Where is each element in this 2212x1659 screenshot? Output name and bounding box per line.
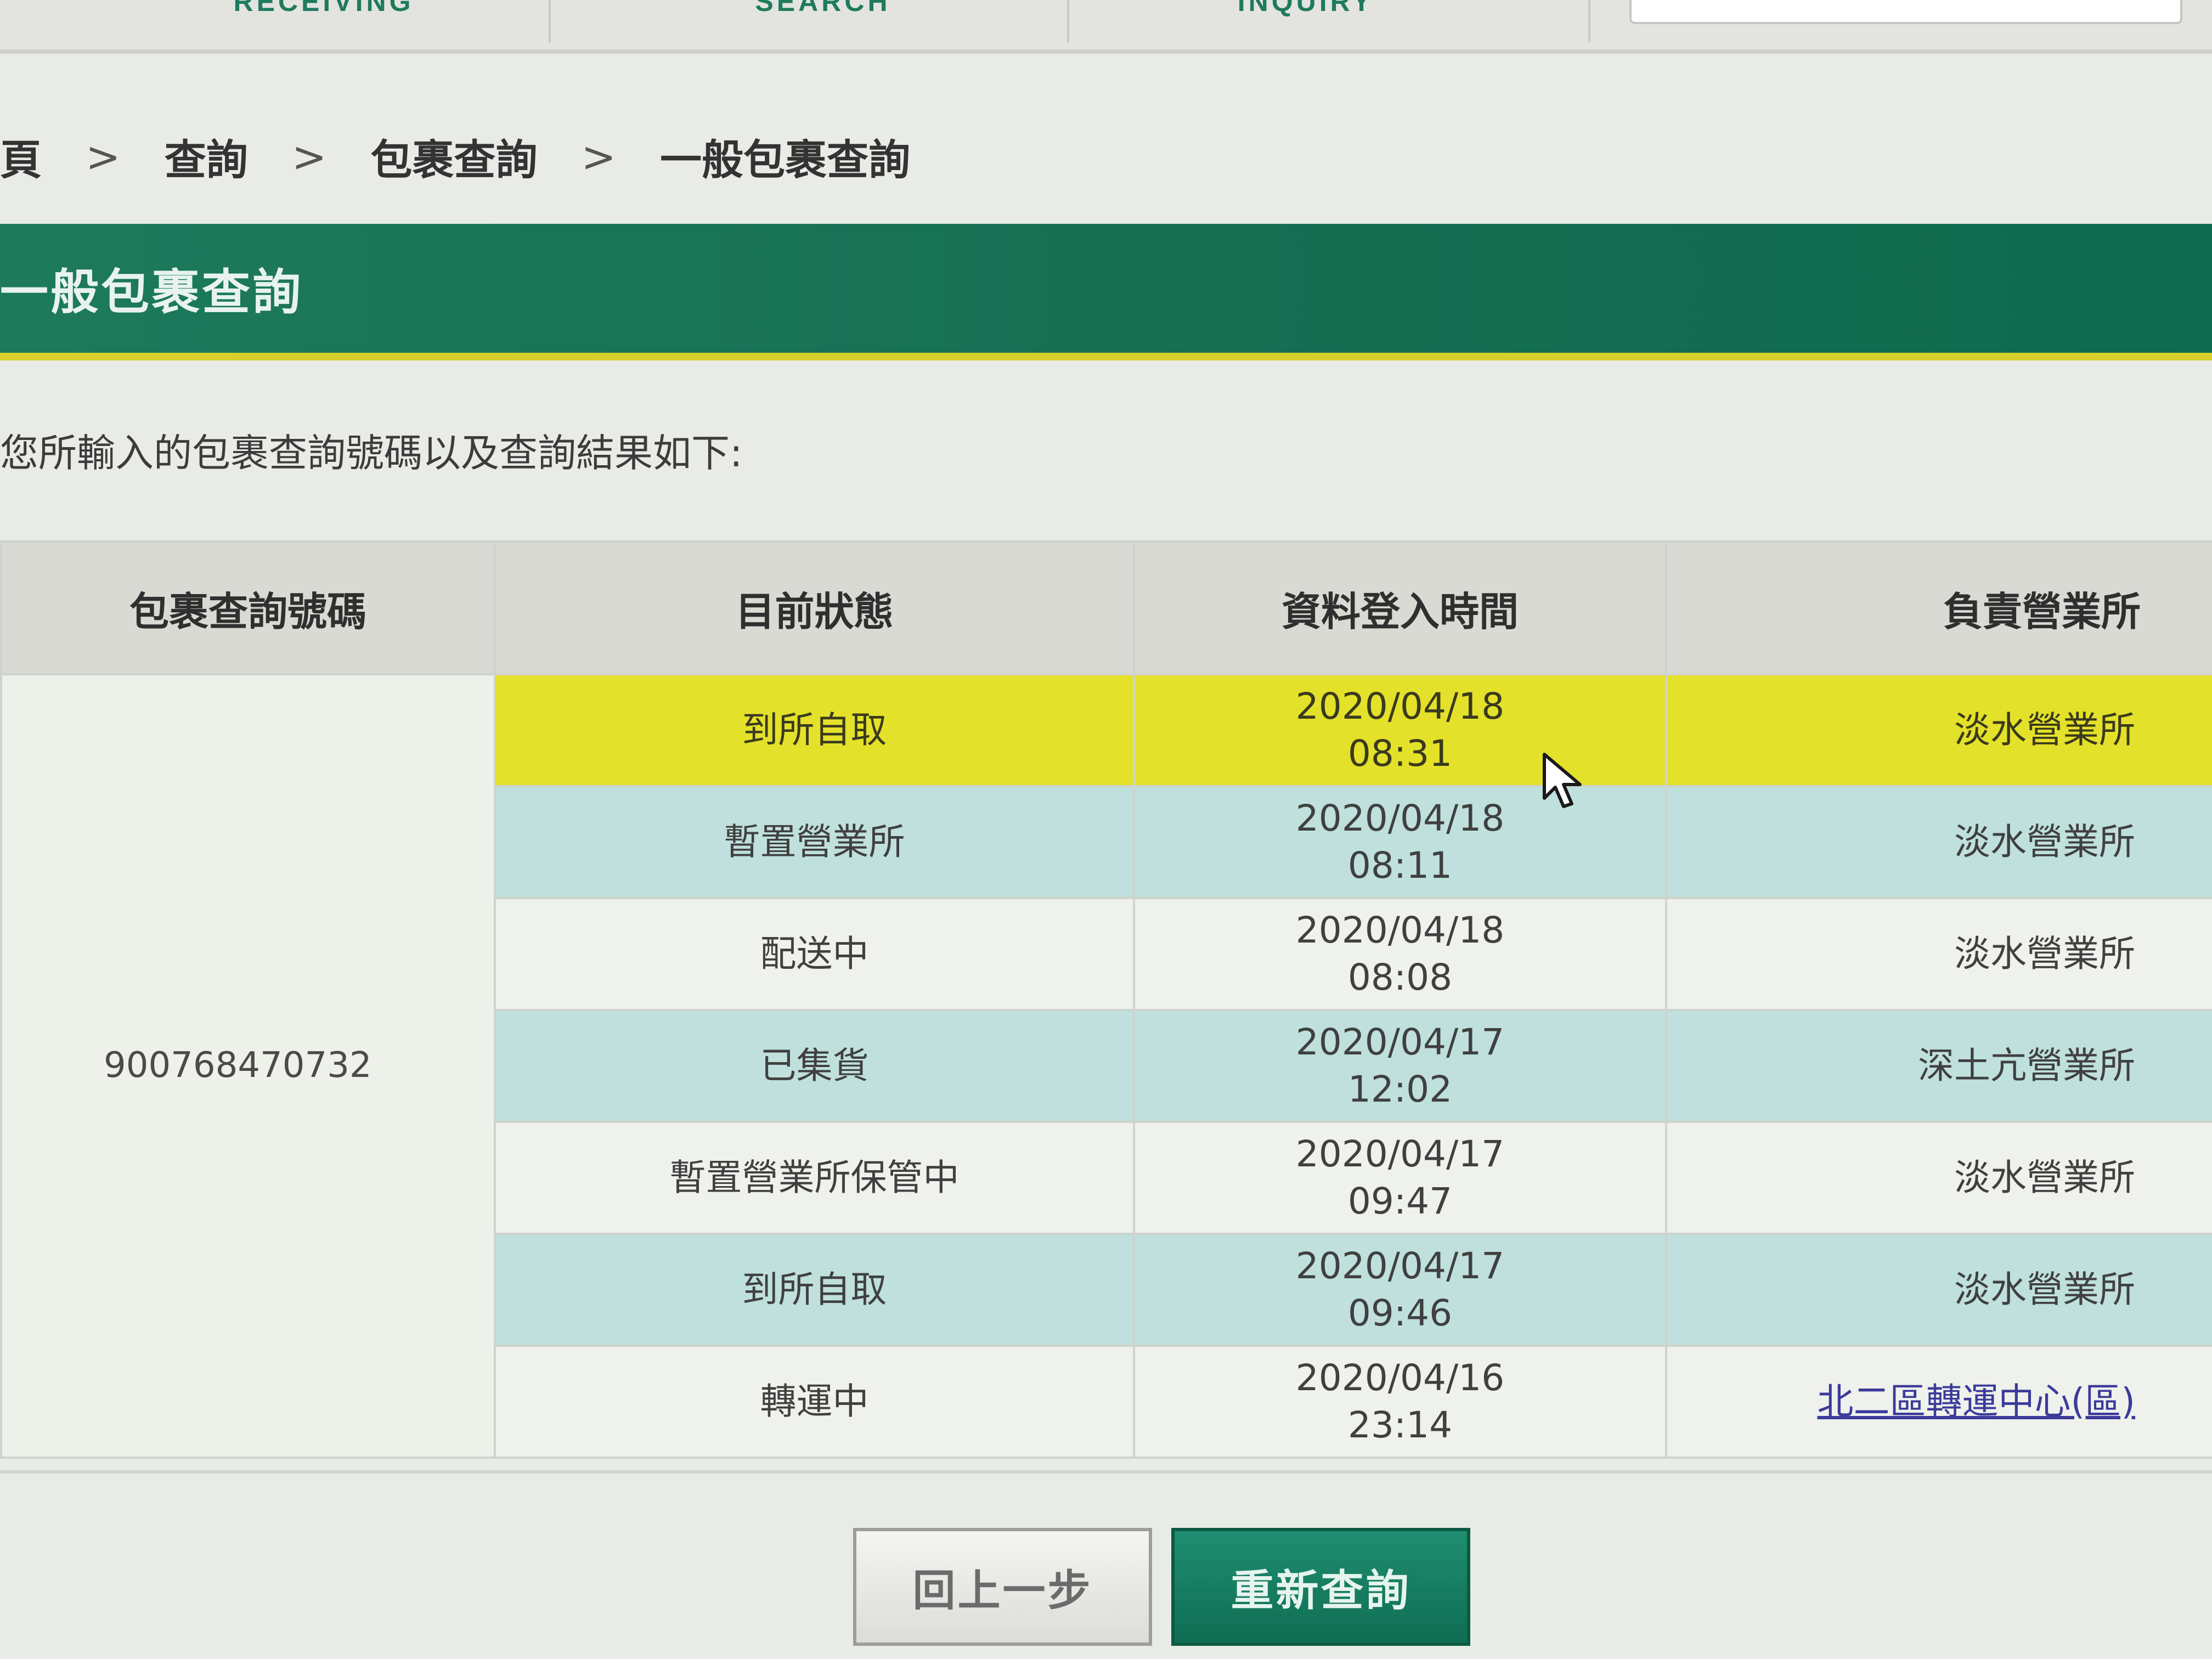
nav-divider	[1067, 0, 1069, 43]
login-time-cell: 2020/04/17 09:47	[1133, 1121, 1667, 1235]
breadcrumb-separator: >	[581, 132, 617, 181]
column-header-office: 負責營業所	[1665, 540, 2212, 675]
status-cell: 到所自取	[494, 1233, 1135, 1347]
status-cell: 暫置營業所	[494, 785, 1135, 899]
divider	[0, 1470, 2212, 1474]
login-time: 12:02	[1347, 1068, 1453, 1110]
nav-divider	[549, 0, 551, 43]
results-table: 包裹查詢號碼 目前狀態 資料登入時間 負責營業所 900768470732 到所…	[0, 540, 2212, 1459]
top-nav: RECEIVING SEARCH INQUIRY	[0, 0, 2212, 54]
login-time: 08:31	[1347, 732, 1453, 775]
table-row: 900768470732 到所自取 2020/04/18 08:31 淡水營業所	[0, 673, 2212, 1459]
login-date: 2020/04/17	[1295, 1133, 1505, 1176]
login-date: 2020/04/18	[1295, 685, 1505, 728]
breadcrumb-parcel-query[interactable]: 包裹查詢	[370, 126, 537, 187]
nav-divider	[1588, 0, 1590, 43]
nav-item-inquiry[interactable]: INQUIRY	[1190, 0, 1421, 37]
office-cell: 淡水營業所	[1665, 1233, 2212, 1347]
breadcrumb-home[interactable]: 頁	[0, 126, 42, 187]
office-cell: 淡水營業所	[1665, 785, 2212, 899]
status-cell: 到所自取	[494, 673, 1135, 787]
office-link[interactable]: 北二區轉運中心(區)	[1818, 1380, 2136, 1423]
login-time: 23:14	[1347, 1404, 1453, 1446]
login-date: 2020/04/17	[1295, 1021, 1505, 1064]
section-header: 一般包裹查詢	[0, 224, 2212, 360]
office-cell: 深土亢營業所	[1665, 1009, 2212, 1123]
login-date: 2020/04/17	[1295, 1245, 1505, 1288]
breadcrumb-separator: >	[86, 132, 121, 181]
page-title: 一般包裹查詢	[0, 264, 303, 320]
office-cell: 淡水營業所	[1665, 897, 2212, 1011]
column-header-tracking-number: 包裹查詢號碼	[0, 540, 496, 675]
status-cell: 已集貨	[494, 1009, 1135, 1123]
tracking-number-cell: 900768470732	[0, 673, 496, 1459]
login-date: 2020/04/18	[1295, 797, 1505, 840]
login-time-cell: 2020/04/17 09:46	[1133, 1233, 1667, 1347]
status-cell: 暫置營業所保管中	[494, 1121, 1135, 1235]
login-time-cell: 2020/04/17 12:02	[1133, 1009, 1667, 1123]
breadcrumb-current: 一般包裹查詢	[660, 136, 911, 184]
office-cell: 北二區轉運中心(區)	[1665, 1345, 2212, 1459]
breadcrumb-query[interactable]: 查詢	[165, 126, 248, 187]
login-time: 09:46	[1347, 1292, 1453, 1334]
login-date: 2020/04/16	[1295, 1357, 1505, 1400]
table-header-row: 包裹查詢號碼 目前狀態 資料登入時間 負責營業所	[0, 540, 2212, 675]
status-cell: 配送中	[494, 897, 1135, 1011]
breadcrumb-separator: >	[291, 132, 327, 181]
page: RECEIVING SEARCH INQUIRY 頁 > 查詢 > 包裹查詢 >…	[0, 0, 2212, 1659]
login-time: 09:47	[1347, 1180, 1453, 1222]
requery-button[interactable]: 重新查詢	[1171, 1528, 1470, 1646]
login-date: 2020/04/18	[1295, 909, 1505, 952]
login-time: 08:11	[1347, 844, 1453, 887]
login-time-cell: 2020/04/18 08:08	[1133, 897, 1667, 1011]
column-header-login-time: 資料登入時間	[1133, 540, 1667, 675]
login-time-cell: 2020/04/16 23:14	[1133, 1345, 1667, 1459]
office-cell: 淡水營業所	[1665, 673, 2212, 787]
login-time: 08:08	[1347, 956, 1453, 998]
breadcrumb: 頁 > 查詢 > 包裹查詢 > 一般包裹查詢	[0, 123, 910, 189]
intro-text: 您所輸入的包裹查詢號碼以及查詢結果如下:	[0, 431, 743, 476]
nav-search-input[interactable]	[1629, 0, 2182, 24]
column-header-status: 目前狀態	[494, 540, 1135, 675]
mouse-cursor-icon	[1543, 753, 1582, 808]
back-button[interactable]: 回上一步	[853, 1528, 1152, 1646]
nav-item-receiving[interactable]: RECEIVING	[208, 0, 439, 37]
nav-item-search[interactable]: SEARCH	[708, 0, 938, 37]
status-cell: 轉運中	[494, 1345, 1135, 1459]
office-cell: 淡水營業所	[1665, 1121, 2212, 1235]
